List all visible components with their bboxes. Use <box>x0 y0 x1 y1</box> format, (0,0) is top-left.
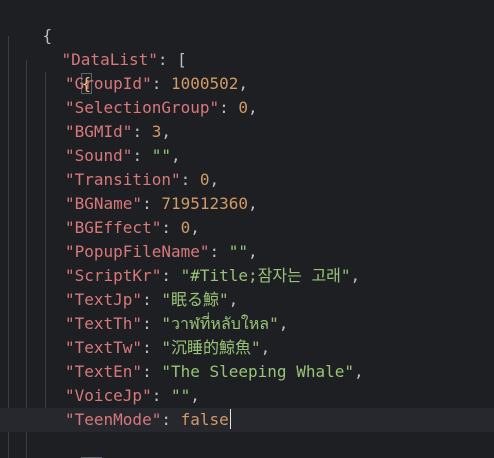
field-key: "ScriptKr" <box>65 266 162 285</box>
field-value: "The Sleeping Whale" <box>161 362 354 381</box>
code-line[interactable]: "TextJp": "眠る鯨", <box>0 288 494 312</box>
comma: , <box>248 242 258 261</box>
field-key: "Transition" <box>65 170 181 189</box>
field-key: "PopupFileName" <box>65 242 210 261</box>
comma: , <box>248 98 258 117</box>
comma: , <box>209 170 220 189</box>
field-value: 3 <box>151 122 162 141</box>
field-value: 719512360 <box>161 194 249 213</box>
field-key: "BGMId" <box>65 122 133 141</box>
colon: : <box>142 338 162 357</box>
code-line[interactable]: "TextEn": "The Sleeping Whale", <box>0 360 494 384</box>
field-value: 1000502 <box>170 74 239 93</box>
field-value: 0 <box>180 218 191 237</box>
comma: , <box>248 194 258 213</box>
code-editor[interactable]: { "DataList": [ { "GroupId": 1000502, "Se… <box>0 0 494 458</box>
code-line[interactable]: "BGEffect": 0, <box>0 216 494 240</box>
comma: , <box>350 266 361 285</box>
comma: , <box>238 74 249 93</box>
colon: : <box>219 98 239 117</box>
colon: : <box>132 146 152 165</box>
colon: : <box>142 362 162 381</box>
field-value: "眠る鯨" <box>161 290 229 309</box>
colon: : <box>161 410 181 429</box>
code-line[interactable]: "BGMId": 3, <box>0 120 494 144</box>
field-key: "BGName" <box>65 194 143 213</box>
comma: , <box>278 314 289 333</box>
colon: : <box>161 266 181 285</box>
comma: , <box>228 290 239 309</box>
field-value: "#Title;잠자는 고래" <box>180 266 351 285</box>
field-key: "TextEn" <box>65 362 143 381</box>
code-line[interactable]: { <box>0 0 494 45</box>
code-line[interactable]: "TextTw": "沉睡的鯨魚", <box>0 336 494 360</box>
comma: , <box>260 338 271 357</box>
code-line[interactable]: "TextTh": "วาฬที่หลับใหล", <box>0 312 494 336</box>
field-value: "沉睡的鯨魚" <box>161 338 261 357</box>
colon: : <box>209 242 229 261</box>
comma: , <box>170 146 181 165</box>
field-key: "BGEffect" <box>65 218 162 237</box>
field-key: "TextTw" <box>65 338 143 357</box>
colon: : <box>142 290 162 309</box>
comma: , <box>353 362 364 381</box>
colon: : <box>142 194 162 213</box>
comma: , <box>190 218 200 237</box>
field-value: 0 <box>199 170 210 189</box>
field-key: "SelectionGroup" <box>65 98 220 117</box>
code-line[interactable]: "VoiceJp": "", <box>0 384 494 408</box>
code-line[interactable]: "BGName": 719512360, <box>0 192 494 216</box>
field-key: "TextTh" <box>65 314 143 333</box>
field-value: 0 <box>238 98 249 117</box>
field-value: false <box>180 410 229 429</box>
field-key: "Sound" <box>65 146 133 165</box>
code-line[interactable]: "SelectionGroup": 0, <box>0 96 494 120</box>
text-cursor <box>229 409 231 429</box>
field-value: "วาฬที่หลับใหล" <box>161 314 279 333</box>
field-key: "GroupId" <box>65 74 152 93</box>
code-line[interactable]: "DataList": [ <box>0 24 494 69</box>
colon: : <box>132 122 152 141</box>
field-value: "" <box>228 242 249 261</box>
code-line[interactable]: { <box>0 48 494 94</box>
code-line[interactable]: "ScriptKr": "#Title;잠자는 고래", <box>0 264 494 288</box>
colon: : <box>151 386 171 405</box>
code-line[interactable]: }, <box>0 432 494 458</box>
field-key: "TextJp" <box>65 290 143 309</box>
colon: : <box>161 218 181 237</box>
code-line[interactable]: "Sound": "", <box>0 144 494 168</box>
colon: : <box>142 314 162 333</box>
comma: , <box>161 122 171 141</box>
field-key: "VoiceJp" <box>65 386 152 405</box>
field-value: "" <box>170 386 191 405</box>
code-line[interactable]: "PopupFileName": "", <box>0 240 494 264</box>
colon: : <box>151 74 171 93</box>
field-key: "TeenMode" <box>65 410 162 429</box>
comma: , <box>190 386 200 405</box>
code-line[interactable]: "TeenMode": false <box>0 408 494 432</box>
field-value: "" <box>151 146 171 165</box>
code-line[interactable]: "Transition": 0, <box>0 168 494 192</box>
colon: : <box>180 170 200 189</box>
code-line[interactable]: "GroupId": 1000502, <box>0 72 494 96</box>
